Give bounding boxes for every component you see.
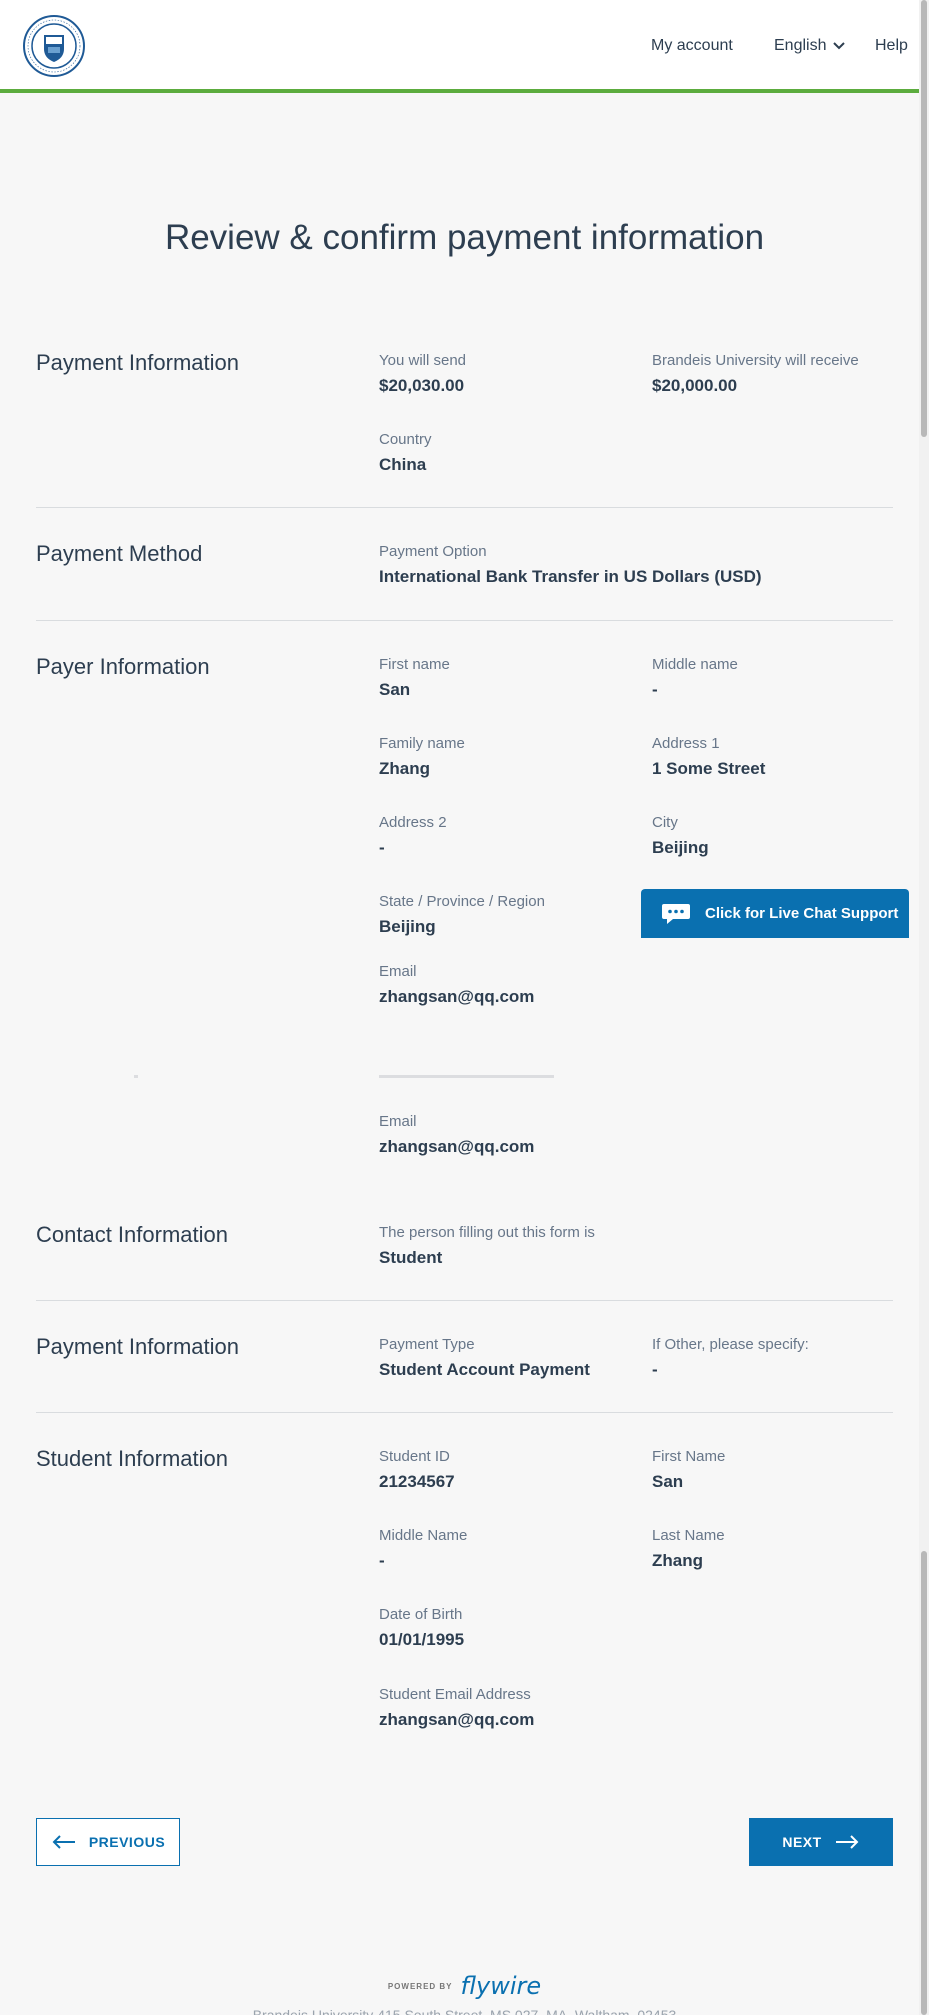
university-will-receive-label: Brandeis University will receive: [652, 352, 859, 369]
previous-button[interactable]: PREVIOUS: [36, 1818, 180, 1866]
first-name-label: First name: [379, 656, 450, 673]
section-title-student-information: Student Information: [36, 1446, 229, 1471]
section-title-payer-information: Payer Information: [36, 654, 210, 679]
section-title-contact-information: Contact Information: [36, 1222, 228, 1247]
section-divider: [36, 1300, 893, 1301]
arrow-left-icon: [52, 1835, 75, 1849]
student-middle-name-value: -: [379, 1551, 385, 1570]
payer-email-label: Email: [379, 963, 417, 980]
chat-bubble-icon: [662, 903, 690, 924]
date-of-birth-value: 01/01/1995: [379, 1630, 465, 1649]
address-1-value: 1 Some Street: [652, 759, 766, 778]
section-divider: [36, 507, 893, 508]
middle-name-value: -: [652, 680, 658, 699]
next-button[interactable]: NEXT: [749, 1818, 893, 1866]
payment-type-value: Student Account Payment: [379, 1360, 590, 1379]
middle-name-label: Middle name: [652, 656, 738, 673]
student-email-label: Student Email Address: [379, 1686, 531, 1703]
university-seal-logo[interactable]: [23, 15, 85, 77]
family-name-value: Zhang: [379, 759, 430, 778]
scrollbar-thumb-lower[interactable]: [921, 1551, 927, 2015]
student-last-name-label: Last Name: [652, 1527, 725, 1544]
university-will-receive-value: $20,000.00: [652, 376, 738, 395]
chevron-down-icon: [833, 42, 846, 50]
student-first-name-label: First Name: [652, 1448, 726, 1465]
section-title-payment-information-2: Payment Information: [36, 1334, 239, 1359]
address-1-label: Address 1: [652, 735, 720, 752]
city-value: Beijing: [652, 838, 709, 857]
scrollbar-track[interactable]: [919, 0, 929, 2015]
country-label: Country: [379, 431, 432, 448]
family-name-label: Family name: [379, 735, 465, 752]
powered-by-flywire: POWERED BY flywire: [0, 1972, 929, 2000]
section-divider: [36, 620, 893, 621]
state-province-region-label: State / Province / Region: [379, 893, 545, 910]
language-label: English: [774, 37, 827, 54]
date-of-birth-label: Date of Birth: [379, 1606, 463, 1623]
section-divider: [36, 1412, 893, 1413]
student-id-value: 21234567: [379, 1472, 455, 1491]
previous-button-label: PREVIOUS: [88, 1834, 166, 1850]
city-label: City: [652, 814, 678, 831]
footer-address: Brandeis University 415 South Street, MS…: [252, 2007, 677, 2015]
site-header: My account English Help: [0, 0, 929, 93]
live-chat-button[interactable]: Click for Live Chat Support: [641, 889, 909, 938]
student-last-name-value: Zhang: [652, 1551, 703, 1570]
help-link[interactable]: Help: [875, 37, 908, 55]
payment-option-label: Payment Option: [379, 543, 487, 560]
payment-option-value: International Bank Transfer in US Dollar…: [379, 567, 762, 586]
student-middle-name-label: Middle Name: [379, 1527, 468, 1544]
flywire-logo[interactable]: flywire: [461, 1972, 542, 2000]
student-first-name-value: San: [652, 1472, 684, 1491]
section-title-payment-method: Payment Method: [36, 541, 203, 566]
page-title: Review & confirm payment information: [164, 218, 765, 257]
student-email-value: zhangsan@qq.com: [379, 1710, 535, 1729]
render-artifact: [134, 1075, 138, 1078]
other-specify-label: If Other, please specify:: [652, 1336, 809, 1353]
you-will-send-value: $20,030.00: [379, 376, 465, 395]
payer-email-value: zhangsan@qq.com: [379, 987, 535, 1006]
powered-by-label: POWERED BY: [387, 1981, 453, 1991]
address-2-label: Address 2: [379, 814, 447, 831]
payment-type-label: Payment Type: [379, 1336, 475, 1353]
person-filling-form-label: The person filling out this form is: [379, 1224, 595, 1241]
first-name-value: San: [379, 680, 411, 699]
arrow-right-icon: [835, 1835, 859, 1849]
section-title-payment-information: Payment Information: [36, 350, 239, 375]
repeat-email-label: Email: [379, 1113, 417, 1130]
repeat-email-value: zhangsan@qq.com: [379, 1137, 535, 1156]
other-specify-value: -: [652, 1360, 658, 1379]
person-filling-form-value: Student: [379, 1248, 443, 1267]
next-button-label: NEXT: [782, 1834, 822, 1850]
language-selector[interactable]: English: [774, 37, 846, 55]
you-will-send-label: You will send: [379, 352, 467, 369]
country-value: China: [379, 455, 427, 474]
state-province-region-value: Beijing: [379, 917, 436, 936]
my-account-link[interactable]: My account: [651, 37, 733, 55]
live-chat-label: Click for Live Chat Support: [705, 905, 899, 922]
student-id-label: Student ID: [379, 1448, 450, 1465]
render-artifact: [379, 1075, 554, 1078]
address-2-value: -: [379, 838, 385, 857]
